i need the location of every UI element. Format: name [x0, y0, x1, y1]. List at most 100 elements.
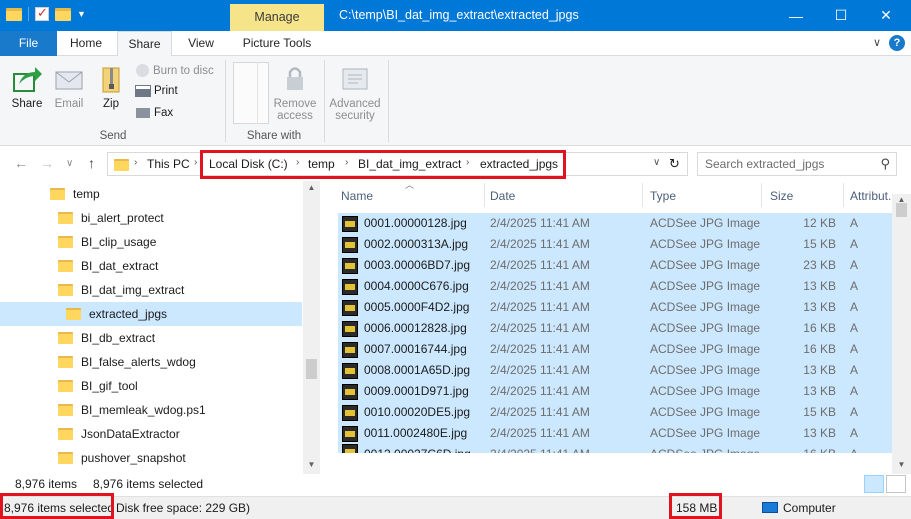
close-button[interactable]: ✕: [863, 0, 909, 31]
file-row[interactable]: 0010.00020DE5.jpg 2/4/2025 11:41 AM ACDSee…: [338, 402, 892, 423]
jpg-file-icon: [342, 425, 358, 442]
properties-icon[interactable]: [35, 5, 49, 21]
tree-item-bi-memleak-wdog[interactable]: BI_memleak_wdog.ps1: [0, 398, 302, 422]
column-header-type[interactable]: Type: [650, 189, 676, 203]
breadcrumb-temp[interactable]: temp: [308, 157, 335, 171]
up-button[interactable]: ↑: [88, 155, 95, 171]
jpg-file-icon: [342, 215, 358, 232]
file-size: 13 KB: [803, 300, 836, 314]
scroll-up-icon[interactable]: ▲: [303, 183, 320, 192]
tree-item-bi-db-extract[interactable]: BI_db_extract: [0, 326, 302, 350]
file-name: 0011.0002480E.jpg: [364, 426, 468, 440]
tab-home[interactable]: Home: [60, 31, 112, 56]
advanced-security-button[interactable]: Advanced security: [329, 64, 381, 122]
tree-item-temp[interactable]: temp: [0, 182, 302, 206]
tab-file[interactable]: File: [0, 31, 57, 56]
zip-label: Zip: [103, 98, 119, 110]
file-row[interactable]: 0008.0001A65D.jpg 2/4/2025 11:41 AM ACDSee…: [338, 360, 892, 381]
address-bar[interactable]: › This PC › Local Disk (C:) › temp › BI_…: [107, 152, 688, 176]
file-row[interactable]: 0009.0001D971.jpg 2/4/2025 11:41 AM ACDSee…: [338, 381, 892, 402]
tab-manage[interactable]: Manage: [230, 4, 324, 31]
chevron-right-icon[interactable]: ›: [134, 157, 137, 168]
address-dropdown-icon[interactable]: ∨: [653, 157, 660, 168]
tree-item-bi-false-alerts-wdog[interactable]: BI_false_alerts_wdog: [0, 350, 302, 374]
ribbon-tabs: File Home Share View Picture Tools ∨ ?: [0, 31, 911, 57]
file-type: ACDSee JPG Image: [650, 405, 761, 419]
scroll-down-icon[interactable]: ▼: [303, 460, 320, 469]
details-view-icon[interactable]: [864, 475, 884, 493]
email-button[interactable]: Email: [48, 64, 90, 110]
chevron-right-icon[interactable]: ›: [466, 157, 469, 168]
tree-item-extracted-jpgs[interactable]: extracted_jpgs: [0, 302, 302, 326]
file-row[interactable]: 0011.0002480E.jpg 2/4/2025 11:41 AM ACDSee…: [338, 423, 892, 444]
computer-icon: [762, 502, 778, 513]
share-button[interactable]: Share: [6, 64, 48, 110]
back-button[interactable]: ←: [14, 155, 28, 171]
file-row[interactable]: 0002.0000313A.jpg 2/4/2025 11:41 AM ACDSee…: [338, 234, 892, 255]
forward-button[interactable]: →: [40, 155, 54, 171]
large-icons-view-icon[interactable]: [886, 475, 906, 493]
recent-locations-button[interactable]: ∨: [66, 158, 73, 169]
file-attributes: A: [850, 216, 859, 230]
chevron-right-icon[interactable]: ›: [296, 157, 299, 168]
folder-icon: [58, 452, 73, 464]
tree-item-jsondataextractor[interactable]: JsonDataExtractor: [0, 422, 302, 446]
tree-item-bi-clip-usage[interactable]: BI_clip_usage: [0, 230, 302, 254]
tree-item-bi-dat-extract[interactable]: BI_dat_extract: [0, 254, 302, 278]
file-row[interactable]: 0007.00016744.jpg 2/4/2025 11:41 AM ACDSee…: [338, 339, 892, 360]
tree-item-label: BI_db_extract: [81, 331, 156, 345]
search-box[interactable]: Search extracted_jpgs ⚲: [697, 152, 897, 176]
chevron-right-icon[interactable]: ›: [194, 157, 197, 168]
share-with-scroll[interactable]: [257, 62, 269, 124]
search-input[interactable]: Search extracted_jpgs: [705, 157, 824, 171]
file-list-scrollbar[interactable]: [892, 194, 911, 474]
file-row[interactable]: 0006.00012828.jpg 2/4/2025 11:41 AM ACDSee…: [338, 318, 892, 339]
breadcrumb-this-pc[interactable]: This PC: [147, 157, 190, 171]
fax-button[interactable]: Fax: [136, 107, 173, 119]
file-date: 2/4/2025 11:41 AM: [490, 405, 590, 419]
tab-view[interactable]: View: [176, 31, 226, 56]
minimize-button[interactable]: —: [773, 0, 819, 31]
tree-item-bi-dat-img-extract[interactable]: BI_dat_img_extract: [0, 278, 302, 302]
column-header-attributes[interactable]: Attribut...: [850, 189, 898, 203]
tree-item-bi-gif-tool[interactable]: BI_gif_tool: [0, 374, 302, 398]
tree-item-pushover-snapshot[interactable]: pushover_snapshot: [0, 446, 302, 470]
burn-to-disc-button[interactable]: Burn to disc: [136, 64, 214, 77]
breadcrumb-local-disk[interactable]: Local Disk (C:): [209, 157, 288, 171]
column-header-size[interactable]: Size: [770, 189, 793, 203]
tree-item-bi-alert-protect[interactable]: bi_alert_protect: [0, 206, 302, 230]
folder-icon: [66, 308, 81, 320]
folder-icon: [58, 284, 73, 296]
breadcrumb-bi-dat-img-extract[interactable]: BI_dat_img_extract: [358, 157, 461, 171]
column-header-date[interactable]: Date: [490, 189, 515, 203]
zip-button[interactable]: Zip: [90, 64, 132, 110]
new-folder-icon[interactable]: [55, 7, 71, 21]
file-row[interactable]: 0004.0000C676.jpg 2/4/2025 11:41 AM ACDSee…: [338, 276, 892, 297]
scroll-down-icon[interactable]: ▼: [893, 460, 910, 469]
breadcrumb-extracted-jpgs[interactable]: extracted_jpgs: [480, 157, 558, 171]
customize-toolbar-icon[interactable]: ▼: [77, 9, 86, 19]
column-header-name[interactable]: Name: [341, 189, 373, 203]
file-type: ACDSee JPG Image: [650, 426, 761, 440]
tab-picture-tools[interactable]: Picture Tools: [232, 31, 322, 56]
file-row[interactable]: 0001.00000128.jpg 2/4/2025 11:41 AM ACDSee…: [338, 213, 892, 234]
refresh-button[interactable]: ↻: [669, 156, 680, 172]
file-row[interactable]: 0005.0000F4D2.jpg 2/4/2025 11:41 AM ACDSee…: [338, 297, 892, 318]
tab-share[interactable]: Share: [117, 31, 172, 57]
expand-ribbon-icon[interactable]: ∨: [873, 36, 881, 49]
remove-access-button[interactable]: Remove access: [273, 64, 317, 122]
share-icon: [11, 64, 43, 94]
folder-icon[interactable]: [6, 7, 22, 21]
file-row[interactable]: 0012.00027C6D.jpg 2/4/2025 11:41 AM ACDSee…: [338, 444, 892, 453]
tree-scrollbar-thumb[interactable]: [306, 359, 317, 379]
chevron-right-icon[interactable]: ›: [345, 157, 348, 168]
maximize-button[interactable]: ☐: [818, 0, 864, 31]
tree-scrollbar[interactable]: [303, 181, 320, 474]
divider: [761, 183, 762, 207]
print-button[interactable]: Print: [135, 85, 178, 97]
tree-item-label: JsonDataExtractor: [81, 427, 180, 441]
help-icon[interactable]: ?: [889, 35, 905, 51]
file-list-scrollbar-thumb[interactable]: [896, 203, 907, 217]
file-row[interactable]: 0003.00006BD7.jpg 2/4/2025 11:41 AM ACDSee…: [338, 255, 892, 276]
search-icon[interactable]: ⚲: [880, 156, 890, 172]
